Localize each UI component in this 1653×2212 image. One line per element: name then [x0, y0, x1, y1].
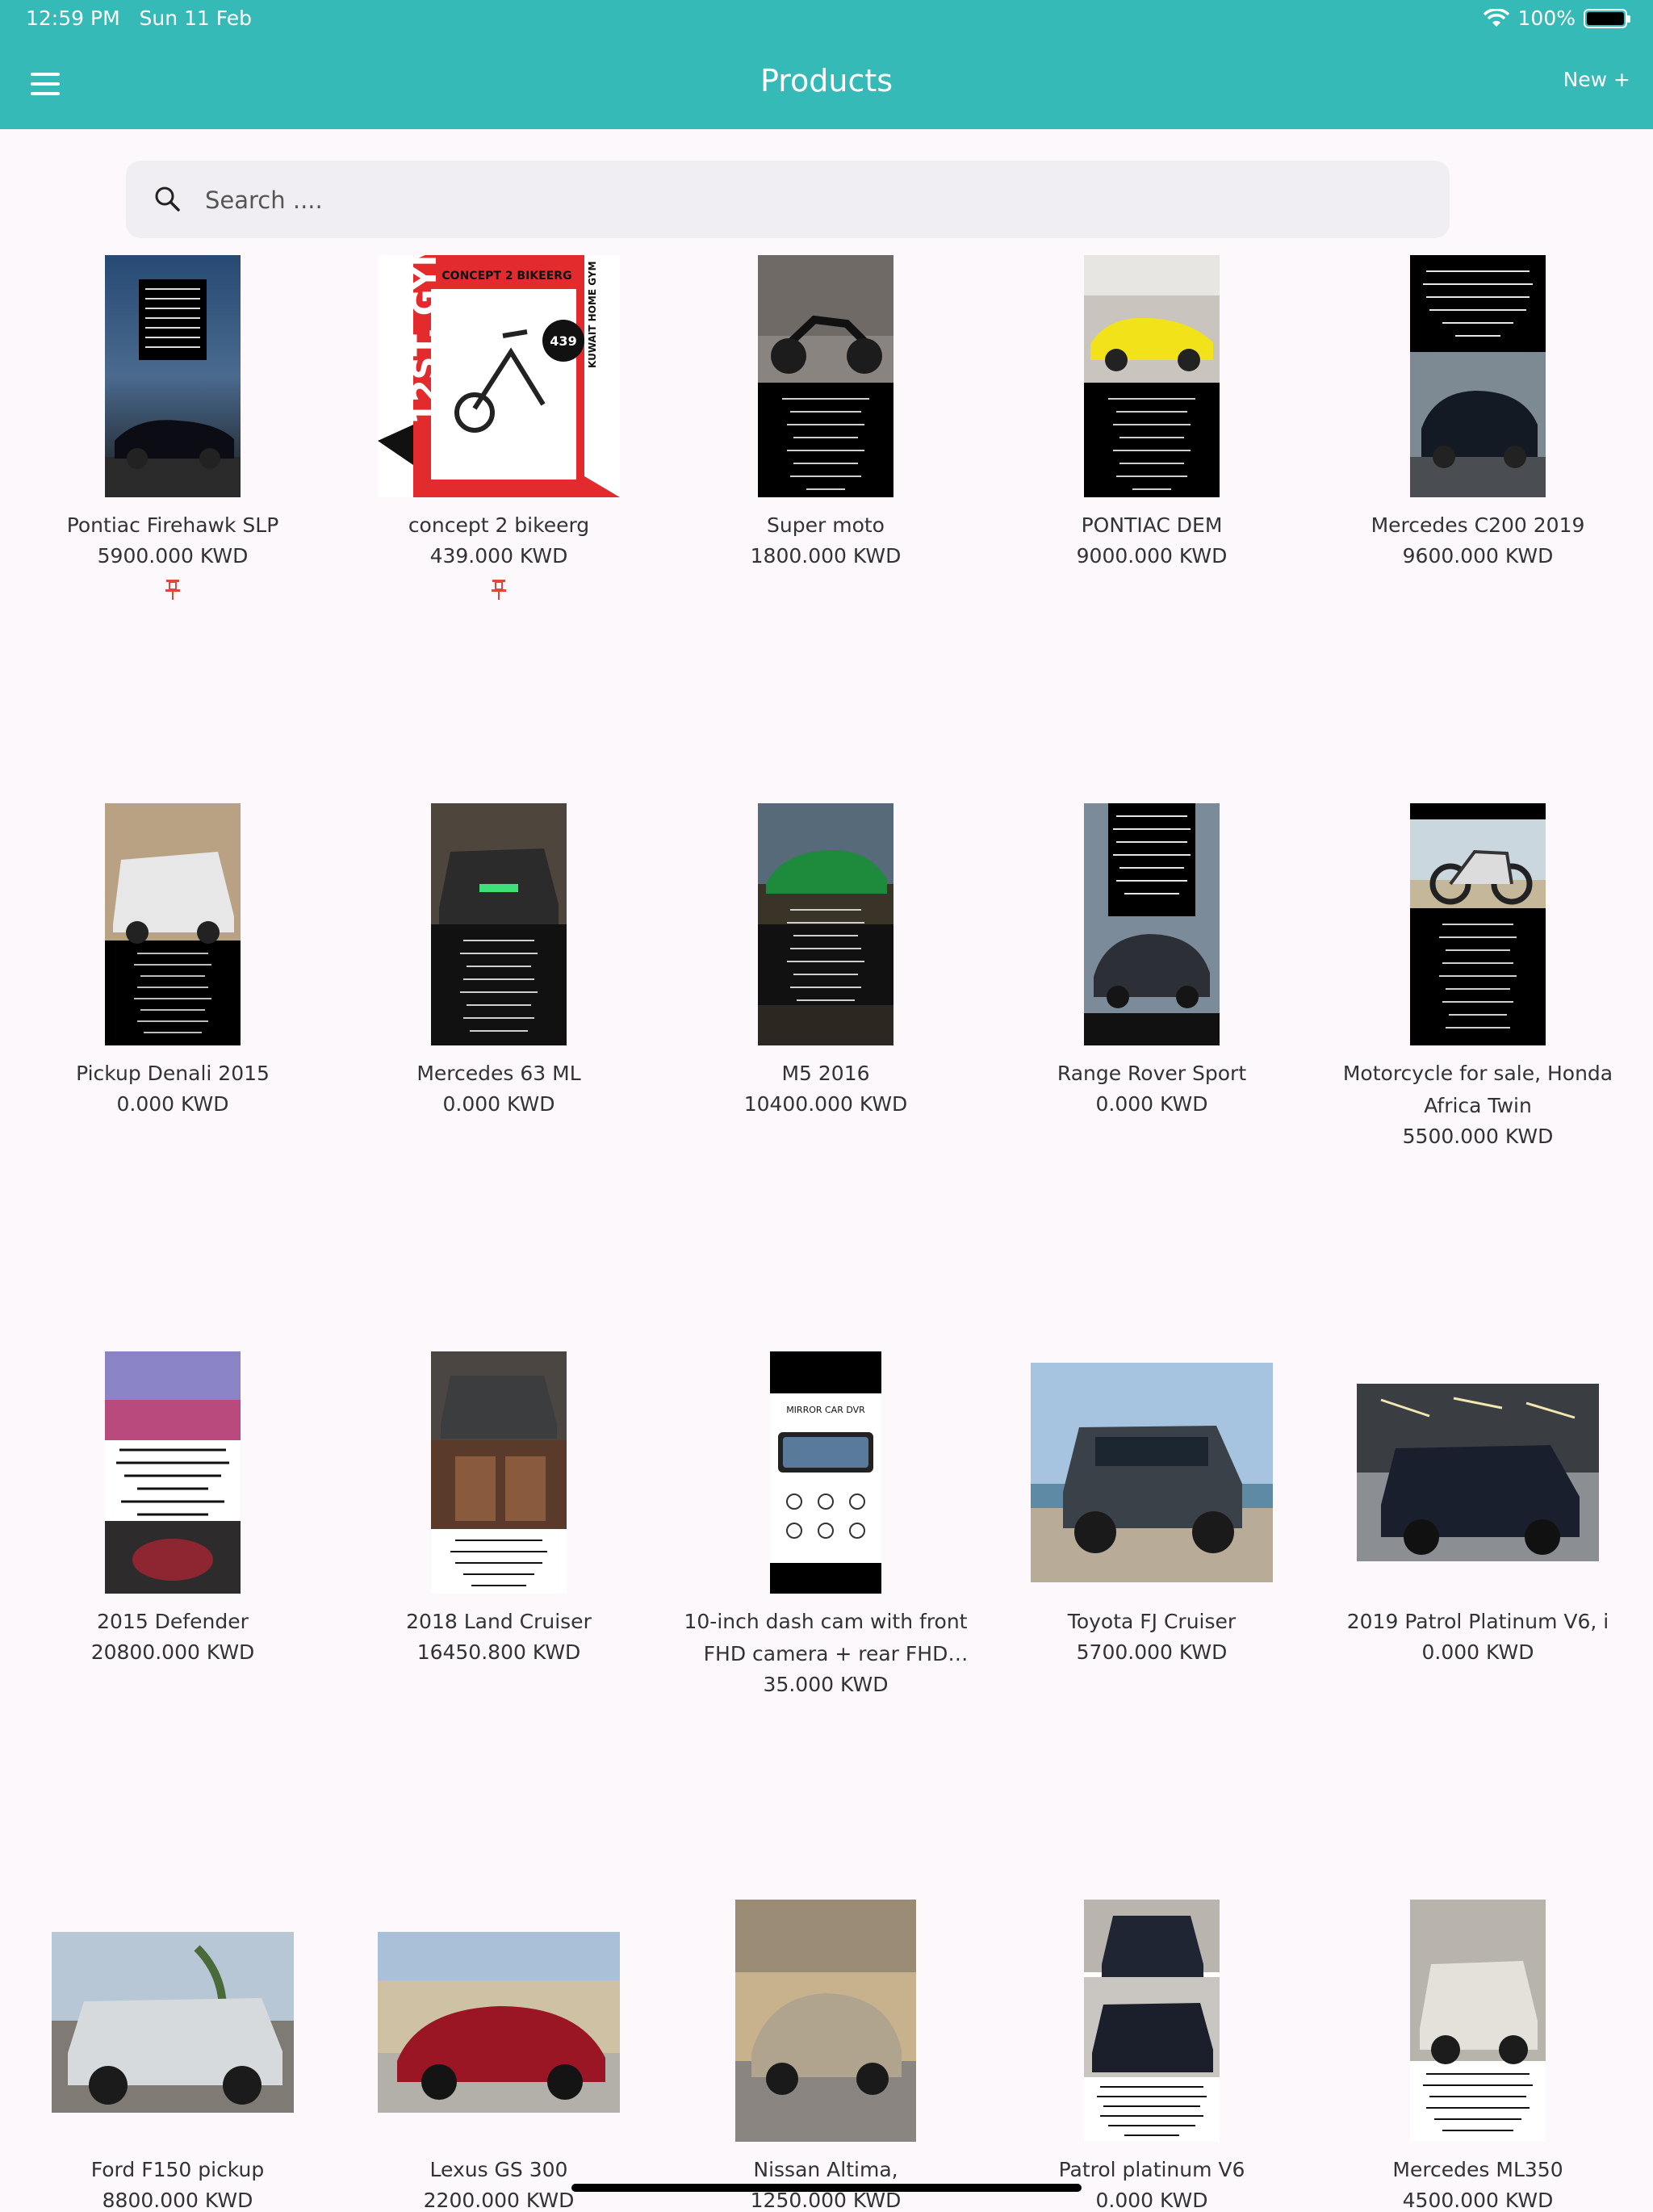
- product-thumbnail: [758, 803, 893, 1045]
- product-price: 20800.000 KWD: [90, 1640, 255, 1664]
- product-price: 9000.000 KWD: [1076, 544, 1228, 568]
- bikeerg-brand-text: CONCEPT 2 BIKEERG: [441, 270, 571, 283]
- search-bar[interactable]: [126, 161, 1450, 240]
- search-input[interactable]: [203, 161, 1417, 240]
- pin-icon: [165, 580, 180, 600]
- product-title: 2019 Patrol Platinum V6, i: [1346, 1610, 1609, 1633]
- pin-icon: [492, 580, 506, 600]
- product-thumbnail: [1410, 255, 1546, 497]
- product-price: 4500.000 KWD: [1402, 2189, 1554, 2212]
- product-title: M5 2016: [781, 1062, 870, 1085]
- product-thumbnail: [105, 255, 241, 497]
- product-title: Pontiac Firehawk SLP: [66, 513, 279, 537]
- page-title: Products: [760, 63, 893, 98]
- home-indicator[interactable]: [571, 2184, 1082, 2192]
- product-title: Patrol platinum V6: [1058, 2158, 1245, 2181]
- status-time: 12:59 PM Sun 11 Feb: [26, 6, 252, 30]
- product-price: 0.000 KWD: [1095, 2189, 1208, 2212]
- new-product-button[interactable]: New +: [1563, 68, 1630, 91]
- product-thumbnail: [1357, 1384, 1599, 1561]
- product-thumbnail: [1084, 803, 1220, 1045]
- bikeerg-side-text: 12ST. GYM: [407, 255, 444, 425]
- product-title: Range Rover Sport: [1057, 1062, 1247, 1085]
- product-price: 16450.800 KWD: [416, 1640, 581, 1664]
- bikeerg-right-text: KUWAIT HOME GYM: [587, 262, 598, 368]
- product-title: PONTIAC DEM: [1081, 513, 1223, 537]
- product-thumbnail: [1084, 255, 1220, 497]
- product-price: 9600.000 KWD: [1402, 544, 1554, 568]
- product-thumbnail: [758, 255, 893, 497]
- product-thumbnail: [52, 1932, 294, 2113]
- product-title: Mercedes ML350: [1392, 2158, 1563, 2181]
- status-indicators: 100%: [1483, 6, 1630, 30]
- product-price: 0.000 KWD: [1095, 1092, 1208, 1116]
- product-thumbnail: [1031, 1363, 1273, 1582]
- status-date-text: Sun 11 Feb: [139, 6, 253, 30]
- product-thumbnail: [1410, 1900, 1546, 2142]
- battery-percent: 100%: [1517, 6, 1576, 30]
- product-title: Toyota FJ Cruiser: [1067, 1610, 1237, 1633]
- app-header: 12:59 PM Sun 11 Feb 100% Products New +: [0, 0, 1653, 129]
- product-thumbnail: [105, 803, 241, 1045]
- dashcam-label: MIRROR CAR DVR: [786, 1405, 865, 1415]
- product-title: 2015 Defender: [97, 1610, 249, 1633]
- bikeerg-badge-text: 439: [550, 333, 576, 349]
- product-price: 2200.000 KWD: [423, 2189, 575, 2212]
- product-title: Pickup Denali 2015: [76, 1062, 270, 1085]
- product-title: concept 2 bikeerg: [408, 513, 590, 537]
- product-thumbnail: MIRROR CAR DVR: [770, 1351, 881, 1594]
- product-price: 35.000 KWD: [763, 1673, 889, 1696]
- product-price: 5700.000 KWD: [1076, 1640, 1228, 1664]
- product-title: Motorcycle for sale, Honda Africa Twin: [1342, 1062, 1613, 1117]
- product-thumbnail: [735, 1900, 916, 2142]
- product-title: Super moto: [767, 513, 885, 537]
- battery-icon: [1584, 8, 1630, 28]
- product-price: 8800.000 KWD: [102, 2189, 253, 2212]
- product-thumbnail: [431, 803, 567, 1045]
- product-thumbnail: [431, 1351, 567, 1594]
- product-title: Mercedes C200 2019: [1371, 513, 1585, 537]
- product-title: Nissan Altima,: [753, 2158, 898, 2181]
- product-thumbnail: [1084, 1900, 1220, 2142]
- product-price: 439.000 KWD: [429, 544, 568, 568]
- product-title: Mercedes 63 ML: [416, 1062, 581, 1085]
- product-price: 0.000 KWD: [442, 1092, 555, 1116]
- product-thumbnail: CONCEPT 2 BIKEERG 12ST. GYM 439 KUWAIT H…: [378, 255, 620, 497]
- product-price: 0.000 KWD: [1421, 1640, 1534, 1664]
- search-icon: [155, 186, 180, 212]
- product-thumbnail: [1410, 803, 1546, 1045]
- wifi-icon: [1483, 8, 1509, 27]
- product-title: 10-inch dash cam with front FHD camera +…: [684, 1610, 968, 1665]
- product-price: 1250.000 KWD: [750, 2189, 902, 2212]
- product-title: Ford F150 pickup: [90, 2158, 265, 2181]
- product-price: 10400.000 KWD: [743, 1092, 908, 1116]
- product-price: 5500.000 KWD: [1402, 1125, 1554, 1148]
- product-thumbnail: [378, 1932, 620, 2113]
- product-price: 1800.000 KWD: [750, 544, 902, 568]
- product-price: 5900.000 KWD: [97, 544, 249, 568]
- product-title: 2018 Land Cruiser: [406, 1610, 592, 1633]
- product-price: 0.000 KWD: [116, 1092, 229, 1116]
- product-title: Lexus GS 300: [429, 2158, 568, 2181]
- status-time-text: 12:59 PM: [26, 6, 120, 30]
- product-thumbnail: [105, 1351, 241, 1594]
